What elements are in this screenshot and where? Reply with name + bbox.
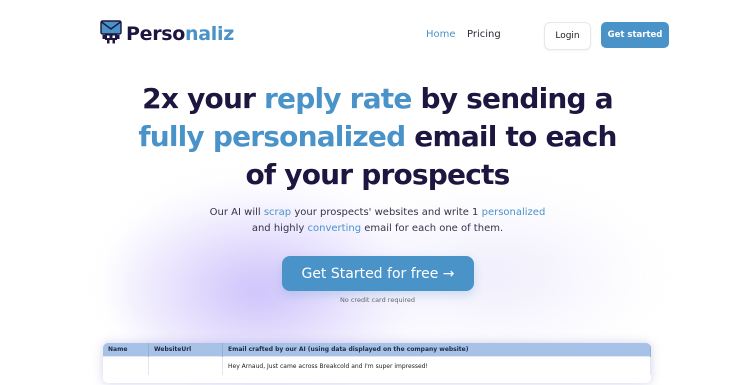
subtitle-text: Our AI will: [209, 207, 264, 218]
demo-email-table: Name WebsiteUrl Email crafted by our AI …: [103, 343, 651, 383]
subtitle-text: and highly: [251, 223, 308, 234]
brand-name-part1: Perso: [126, 23, 186, 45]
headline-text: 2x your: [142, 82, 265, 115]
headline-highlight: reply rate: [264, 82, 412, 115]
robot-envelope-icon: [100, 20, 122, 48]
column-header-name: Name: [103, 343, 149, 357]
table-row: Hey Arnaud, Just came across Breakcold a…: [103, 356, 651, 375]
top-navbar: Personaliz Home Pricing Login Get starte…: [0, 0, 755, 70]
table-cell-websiteurl: [148, 356, 223, 375]
nav-pricing-link[interactable]: Pricing: [467, 29, 501, 40]
headline-text: by sending a: [411, 82, 614, 115]
subtitle-highlight: scrap: [263, 207, 292, 218]
no-credit-card-note: No credit card required: [339, 296, 416, 304]
headline-line-2: fully personalized email to each: [0, 118, 755, 156]
table-cell-email: Hey Arnaud, Just came across Breakcold a…: [222, 356, 651, 375]
nav-home-link[interactable]: Home: [426, 29, 456, 40]
subtitle-line-1: Our AI will scrap your prospects' websit…: [0, 205, 755, 221]
subtitle-highlight: converting: [307, 223, 362, 234]
headline-line-1: 2x your reply rate by sending a: [0, 80, 755, 118]
table-header-row: Name WebsiteUrl Email crafted by our AI …: [103, 343, 651, 357]
headline-line-3: of your prospects: [245, 158, 511, 191]
column-header-websiteurl: WebsiteUrl: [148, 343, 223, 357]
get-started-button[interactable]: Get started: [601, 22, 669, 48]
cta-get-started-free-button[interactable]: Get Started for free →: [282, 256, 474, 291]
subtitle-line-2: and highly converting email for each one…: [0, 221, 755, 237]
brand-name-part2: naliz: [185, 23, 234, 45]
subtitle-text: email for each one of them.: [361, 223, 504, 234]
brand-name: Personaliz: [126, 23, 234, 45]
login-button[interactable]: Login: [544, 22, 591, 50]
subtitle-highlight: personalized: [481, 207, 546, 218]
subtitle-text: your prospects' websites and write 1: [291, 207, 482, 218]
brand-logo[interactable]: Personaliz: [100, 20, 234, 48]
hero-subtitle: Our AI will scrap your prospects' websit…: [0, 205, 755, 237]
headline-highlight: fully personalized: [138, 120, 406, 153]
table-cell-name: [103, 356, 149, 375]
headline-text: email to each: [405, 120, 617, 153]
column-header-email: Email crafted by our AI (using data disp…: [222, 343, 651, 357]
hero-headline: 2x your reply rate by sending a fully pe…: [0, 80, 755, 194]
